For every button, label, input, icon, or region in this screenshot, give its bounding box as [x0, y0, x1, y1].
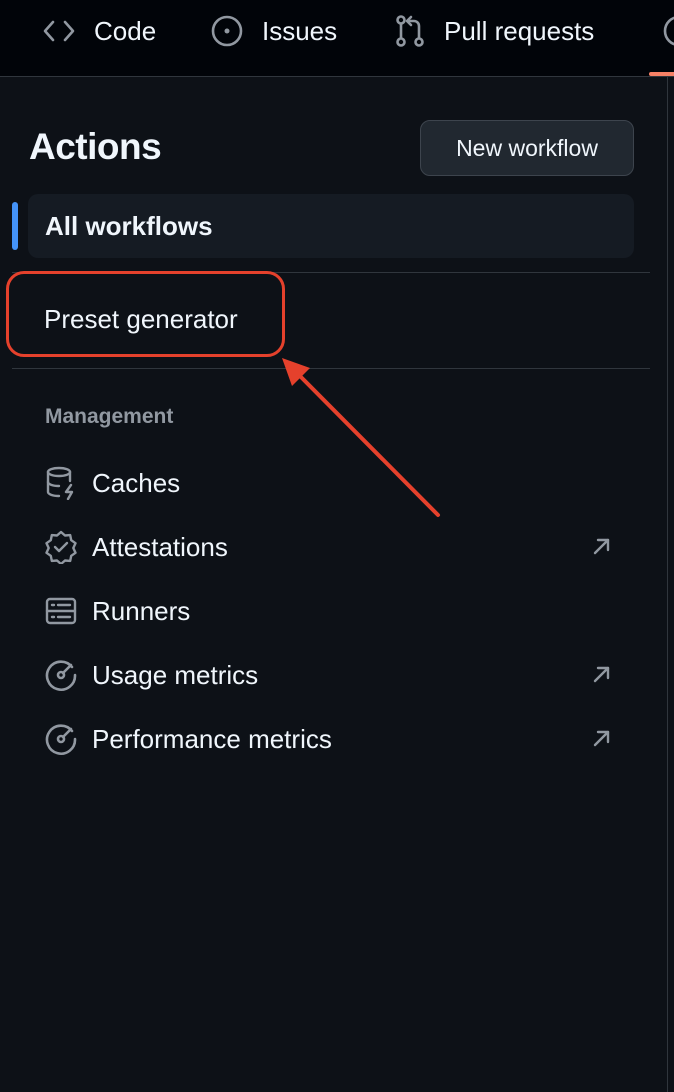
all-workflows-label: All workflows [45, 210, 213, 241]
active-item-indicator [12, 202, 18, 250]
code-icon [42, 17, 76, 45]
git-pull-request-icon [394, 14, 426, 48]
link-external-icon [592, 664, 612, 689]
play-icon [662, 14, 674, 48]
link-external-icon [592, 536, 612, 561]
sidebar-item-runners[interactable]: Runners [28, 583, 634, 639]
tab-pull-requests[interactable]: Pull requests [394, 0, 594, 62]
repo-nav: Code Issues Pull requests [0, 0, 674, 77]
sidebar-item-performance-metrics[interactable]: Performance metrics [28, 711, 634, 767]
sidebar-divider [667, 77, 668, 1092]
sidebar-item-usage-metrics[interactable]: Usage metrics [28, 647, 634, 703]
database-icon [44, 466, 78, 500]
tab-code[interactable]: Code [42, 0, 156, 62]
tab-issues[interactable]: Issues [210, 0, 337, 62]
tab-pull-requests-label: Pull requests [444, 15, 595, 46]
annotation-highlight-box [6, 271, 285, 357]
divider [12, 368, 650, 369]
attestations-label: Attestations [92, 531, 228, 562]
sidebar-item-caches[interactable]: Caches [28, 455, 634, 511]
runners-label: Runners [92, 595, 191, 626]
meter-icon [44, 722, 78, 756]
link-external-icon [592, 728, 612, 753]
tab-code-label: Code [94, 15, 157, 46]
usage-metrics-label: Usage metrics [92, 659, 259, 690]
new-workflow-button[interactable]: New workflow [420, 120, 634, 176]
caches-label: Caches [92, 467, 181, 498]
meter-icon [44, 658, 78, 692]
tab-actions[interactable] [662, 0, 674, 62]
verified-icon [44, 530, 78, 564]
selected-tab-underline [649, 72, 674, 76]
sidebar-item-all-workflows[interactable]: All workflows [28, 194, 634, 258]
issue-opened-icon [210, 14, 244, 48]
management-heading: Management [45, 405, 174, 428]
page-title: Actions [29, 126, 162, 167]
tab-issues-label: Issues [262, 15, 338, 46]
server-icon [44, 594, 78, 628]
performance-metrics-label: Performance metrics [92, 723, 332, 754]
sidebar-item-attestations[interactable]: Attestations [28, 519, 634, 575]
